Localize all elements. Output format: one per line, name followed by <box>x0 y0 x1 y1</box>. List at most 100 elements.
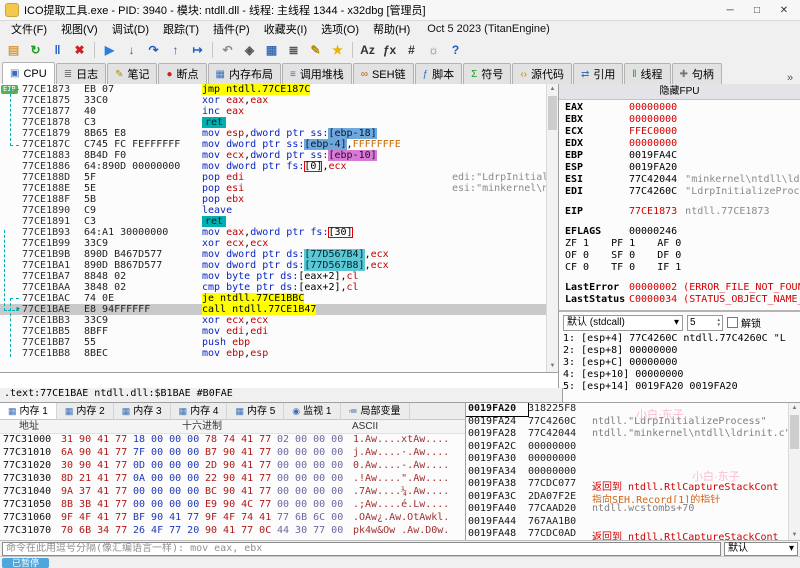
dump-row[interactable]: 77C31050 8B 3B 41 77 00 00 00 00 E9 90 4C 7… <box>0 499 465 512</box>
register-row[interactable]: EBX 00000000 <box>559 114 800 126</box>
tab-dump-4[interactable]: ▦ 内存 4 <box>171 403 228 419</box>
run-icon[interactable]: ▶ <box>99 40 120 60</box>
maximize-button[interactable]: □ <box>746 5 768 16</box>
disasm-row[interactable]: 77CE188D 5F pop edi edi:"LdrpInitializeProc… <box>0 172 547 183</box>
dump-row[interactable]: 77C31020 30 90 41 77 0D 00 00 00 2D 90 41 7… <box>0 460 465 473</box>
flag-tf[interactable]: TF 0 <box>611 262 635 274</box>
restart-icon[interactable]: ↻ <box>25 40 46 60</box>
stack-row[interactable]: 0019FA40 77CAAD20 ntdll.wcstombs+70 <box>466 503 789 516</box>
tab-seh[interactable]: ∞ SEH链 <box>352 63 414 84</box>
flag-af[interactable]: AF 0 <box>657 238 681 250</box>
stack-row[interactable]: 0019FA2C 00000000 <box>466 441 789 454</box>
favourites-icon[interactable]: ★ <box>327 40 348 60</box>
tab-script[interactable]: ƒ 脚本 <box>414 63 463 84</box>
register-row[interactable]: ESP 0019FA20 <box>559 162 800 174</box>
disasm-row[interactable]: 77CE1B9B 890D B467D577 mov dword ptr ds:[7… <box>0 249 547 260</box>
register-row[interactable]: EAX 00000000 <box>559 102 800 114</box>
argument-row[interactable]: 2: [esp+8] 00000000 <box>559 345 800 357</box>
stack-row[interactable]: 0019FA38 77CDC077 返回到 ntdll.RtlCaptureStac… <box>466 478 789 491</box>
disasm-row[interactable]: 77CE1BB3 33C9 xor ecx,ecx <box>0 315 547 326</box>
disasm-row[interactable]: 77CE1890 C9 leave <box>0 205 547 216</box>
menu-item-view[interactable]: 视图(V) <box>54 20 105 38</box>
disasm-row[interactable]: 77CE1891 C3 ret <box>0 216 547 227</box>
open-file-icon[interactable]: ▤ <box>3 40 24 60</box>
disasm-row[interactable]: 77CE1877 40 inc eax <box>0 106 547 117</box>
tab-dump-1[interactable]: ▦ 内存 1 <box>0 403 57 419</box>
stack-scrollbar[interactable]: ▲ ▼ <box>788 403 800 541</box>
disasm-row[interactable]: 77CE188E 5E pop esi esi:"minkernel\ntdll\ld… <box>0 183 547 194</box>
menu-item-options[interactable]: 选项(O) <box>314 20 366 38</box>
menu-item-file[interactable]: 文件(F) <box>4 20 54 38</box>
disasm-row[interactable]: 77CE1BAC 74 0E je ntdll.77CE1BBC <box>0 293 547 304</box>
disasm-row[interactable]: 77CE1883 8B4D F0 mov ecx,dword ptr ss:[ebp… <box>0 150 547 161</box>
disasm-row[interactable]: 77CE1BB7 55 push ebp <box>0 337 547 348</box>
dump-row[interactable]: 77C31000 31 90 41 77 18 00 00 00 78 74 41 7… <box>0 434 465 447</box>
calling-convention-select[interactable]: 默认 (stdcall) ▾ <box>563 314 683 331</box>
disasm-row[interactable]: 77CE1BB5 8BFF mov edi,edi <box>0 326 547 337</box>
notes-icon[interactable]: ✎ <box>305 40 326 60</box>
tab-source[interactable]: ‹› 源代码 <box>512 63 572 84</box>
disasm-row[interactable]: 77CE1BB8 8BEC mov ebp,esp <box>0 348 547 359</box>
step-into-icon[interactable]: ↓ <box>121 40 142 60</box>
hash-icon[interactable]: # <box>401 40 422 60</box>
tab-call-stack[interactable]: ≡ 调用堆栈 <box>281 63 352 84</box>
tab-notes[interactable]: ✎ 笔记 <box>107 63 158 84</box>
menu-item-debug[interactable]: 调试(D) <box>105 20 156 38</box>
register-row[interactable]: EIP 77CE1873 ntdll.77CE1873 <box>559 206 800 218</box>
disasm-row[interactable]: 77CE188F 5B pop ebx <box>0 194 547 205</box>
unlock-checkbox[interactable]: 解锁 <box>727 315 761 330</box>
tab-breakpoints[interactable]: ● 断点 <box>158 63 207 84</box>
tab-dump-2[interactable]: ▦ 内存 2 <box>57 403 114 419</box>
run-to-user-code-icon[interactable]: ↦ <box>187 40 208 60</box>
argument-count-stepper[interactable]: 5 ▴ ▾ <box>687 314 723 331</box>
pause-icon[interactable]: ‖ <box>47 40 68 60</box>
tab-cpu[interactable]: ▣ CPU <box>2 62 55 84</box>
menu-item-favourites[interactable]: 收藏夹(I) <box>257 20 314 38</box>
dump-row[interactable]: 77C31010 6A 90 41 77 7F 00 00 00 B7 90 41 7… <box>0 447 465 460</box>
disasm-row[interactable]: 77CE1886 64:890D 00000000 mov dword ptr fs… <box>0 161 547 172</box>
command-type-select[interactable]: 默认 ▾ <box>724 541 798 556</box>
flag-of[interactable]: OF 0 <box>565 250 589 262</box>
argument-row[interactable]: 1: [esp+4] 77C4260C ntdll.77C4260C "L <box>559 333 800 345</box>
graph-icon[interactable]: ◈ <box>239 40 260 60</box>
disasm-row[interactable]: 77CE1B93 64:A1 30000000 mov eax,dword ptr … <box>0 227 547 238</box>
register-row[interactable]: EDX 00000000 <box>559 138 800 150</box>
flag-cf[interactable]: CF 0 <box>565 262 589 274</box>
disasm-row[interactable]: 77CE1BA7 8848 02 mov byte ptr ds:[eax+2],c… <box>0 271 547 282</box>
log-icon[interactable]: ≣ <box>283 40 304 60</box>
scrollbar-thumb[interactable] <box>548 96 557 130</box>
dump-row[interactable]: 77C31030 8D 21 41 77 0A 00 00 00 22 90 41 7… <box>0 473 465 486</box>
register-row[interactable]: LastError 00000002 (ERROR_FILE_NOT_FOUND) <box>559 282 800 294</box>
flag-zf[interactable]: ZF 1 <box>565 238 589 250</box>
register-row[interactable]: EFLAGS 00000246 <box>559 226 800 238</box>
register-row[interactable]: ESI 77C42044 "minkernel\ntdll\ldrinit.c" <box>559 174 800 186</box>
scroll-up-icon[interactable]: ▲ <box>547 84 558 95</box>
dump-row[interactable]: 77C31060 9F 4F 41 77 BF 90 41 77 9F 4F 74 4… <box>0 512 465 525</box>
flag-if[interactable]: IF 1 <box>657 262 681 274</box>
tab-log[interactable]: ≣ 日志 <box>55 63 107 84</box>
register-row[interactable]: ECX FFEC0000 <box>559 126 800 138</box>
back-icon[interactable]: ↶ <box>217 40 238 60</box>
stack-row[interactable]: 0019FA20 318225F8 <box>466 403 789 417</box>
tab-overflow-icon[interactable]: » <box>782 72 798 84</box>
stack-row[interactable]: 0019FA24 77C4260C ntdll."LdrpInitializePro… <box>466 416 789 429</box>
menu-item-help[interactable]: 帮助(H) <box>366 20 417 38</box>
stack-row[interactable]: 0019FA44 767AA1B0 <box>466 516 789 529</box>
argument-row[interactable]: 3: [esp+C] 00000000 <box>559 357 800 369</box>
hide-fpu-button[interactable]: 隐藏FPU <box>559 84 800 100</box>
case-icon[interactable]: Az <box>357 40 378 60</box>
help-icon[interactable]: ? <box>445 40 466 60</box>
step-over-icon[interactable]: ↷ <box>143 40 164 60</box>
memory-map-icon[interactable]: ▦ <box>261 40 282 60</box>
tab-handles[interactable]: ✚ 句柄 <box>671 63 722 84</box>
tab-dump-3[interactable]: ▦ 内存 3 <box>114 403 171 419</box>
stack-row[interactable]: 0019FA48 77CDC0AD 返回到 ntdll.RtlCaptureStac… <box>466 528 789 541</box>
disasm-row[interactable]: 77CE1BAA 3848 02 cmp byte ptr ds:[eax+2],c… <box>0 282 547 293</box>
scrollbar-thumb[interactable] <box>790 415 799 449</box>
disasm-row[interactable]: ▸ 77CE1BAE E8 94FFFFFF call ntdll.77CE1B47 <box>0 304 547 315</box>
flag-df[interactable]: DF 0 <box>657 250 681 262</box>
disasm-row[interactable]: 77CE187C C745 FC FEFFFFFF mov dword ptr ss… <box>0 139 547 150</box>
dump-row[interactable]: 77C31040 9A 37 41 77 00 00 00 00 BC 90 41 7… <box>0 486 465 499</box>
disasm-row[interactable]: 77CE1879 8B65 E8 mov esp,dword ptr ss:[ebp… <box>0 128 547 139</box>
menu-item-plugins[interactable]: 插件(P) <box>206 20 257 38</box>
